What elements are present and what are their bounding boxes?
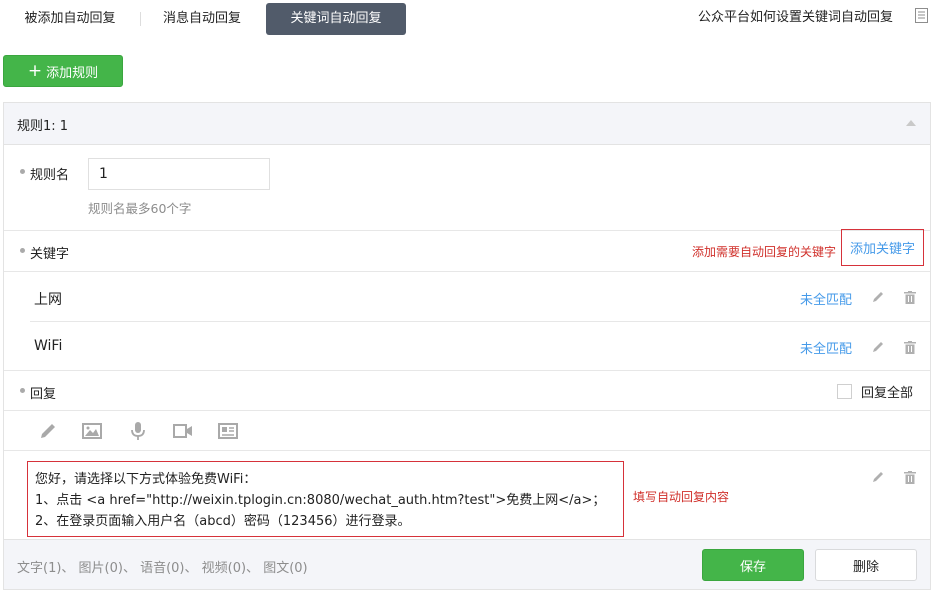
- reply-line: 您好，请选择以下方式体验免费WiFi：: [35, 472, 257, 487]
- reply-line: 1、点击 <a href="http://weixin.tplogin.cn:8…: [35, 493, 606, 508]
- image-icon[interactable]: [82, 421, 102, 441]
- video-camera-icon[interactable]: [173, 421, 193, 441]
- add-keyword-link[interactable]: 添加关键字: [841, 229, 924, 266]
- rule-panel-footer: 文字(1)、 图片(0)、 语音(0)、 视频(0)、 图文(0) 保存 删除: [4, 539, 930, 589]
- trash-icon[interactable]: [904, 471, 916, 484]
- save-button[interactable]: 保存: [702, 549, 804, 581]
- news-article-icon[interactable]: [218, 421, 238, 441]
- reply-line: 2、在登录页面输入用户名（abcd）密码（123456）进行登录。: [35, 514, 411, 529]
- rule-title: 规则1: 1: [17, 119, 69, 134]
- voice-microphone-icon[interactable]: [128, 421, 148, 441]
- section-divider: [4, 271, 930, 272]
- keyword-label: 关键字: [30, 247, 70, 262]
- reply-all-label[interactable]: 回复全部: [861, 382, 913, 401]
- keyword-match-mode[interactable]: 未全匹配: [800, 289, 852, 308]
- tab-message-auto-reply[interactable]: 消息自动回复: [150, 3, 254, 35]
- keyword-match-mode[interactable]: 未全匹配: [800, 338, 852, 357]
- section-divider: [4, 230, 930, 231]
- keyword-item-text: WiFi: [34, 338, 63, 354]
- bullet-dot: [20, 388, 25, 393]
- rule-panel-header: 规则1: 1: [4, 103, 930, 145]
- reply-label: 回复: [30, 387, 57, 402]
- plus-icon: +: [27, 60, 43, 81]
- section-divider: [4, 410, 930, 411]
- edit-pencil-icon[interactable]: [871, 290, 885, 304]
- document-icon[interactable]: [915, 8, 928, 23]
- rule-panel: 规则1: 1 规则名 规则名最多60个字 关键字 添加需要自动回复的关键字 添加…: [3, 102, 931, 590]
- bullet-dot: [20, 169, 25, 174]
- tab-added-auto-reply[interactable]: 被添加自动回复: [14, 3, 126, 35]
- add-rule-label: 添加规则: [46, 65, 99, 81]
- edit-pencil-icon[interactable]: [871, 470, 885, 484]
- section-divider: [4, 370, 930, 371]
- trash-icon[interactable]: [904, 291, 916, 304]
- reply-type-tabs: 被添加自动回复 消息自动回复 关键词自动回复 公众平台如何设置关键词自动回复: [0, 0, 938, 38]
- reply-content-hint: 填写自动回复内容: [633, 490, 730, 504]
- delete-button[interactable]: 删除: [815, 549, 917, 581]
- collapse-caret-icon[interactable]: [906, 120, 916, 126]
- section-divider: [4, 450, 930, 451]
- keyword-hint: 添加需要自动回复的关键字: [692, 245, 837, 259]
- reply-type-counts: 文字(1)、 图片(0)、 语音(0)、 视频(0)、 图文(0): [17, 561, 308, 576]
- reply-all-checkbox[interactable]: [837, 384, 852, 399]
- rule-name-hint: 规则名最多60个字: [88, 201, 192, 216]
- text-pencil-icon[interactable]: [38, 421, 58, 441]
- tab-keyword-auto-reply[interactable]: 关键词自动回复: [266, 3, 406, 35]
- tab-divider: [140, 12, 141, 26]
- rule-name-label: 规则名: [30, 168, 70, 183]
- row-divider: [30, 321, 930, 322]
- edit-pencil-icon[interactable]: [871, 340, 885, 354]
- add-rule-button[interactable]: + 添加规则: [3, 55, 123, 87]
- bullet-dot: [20, 248, 25, 253]
- keyword-item-text: 上网: [34, 292, 62, 308]
- rule-name-input[interactable]: [88, 158, 270, 190]
- reply-content-box[interactable]: 您好，请选择以下方式体验免费WiFi： 1、点击 <a href="http:/…: [27, 461, 624, 537]
- trash-icon[interactable]: [904, 341, 916, 354]
- help-link[interactable]: 公众平台如何设置关键词自动回复: [698, 6, 893, 25]
